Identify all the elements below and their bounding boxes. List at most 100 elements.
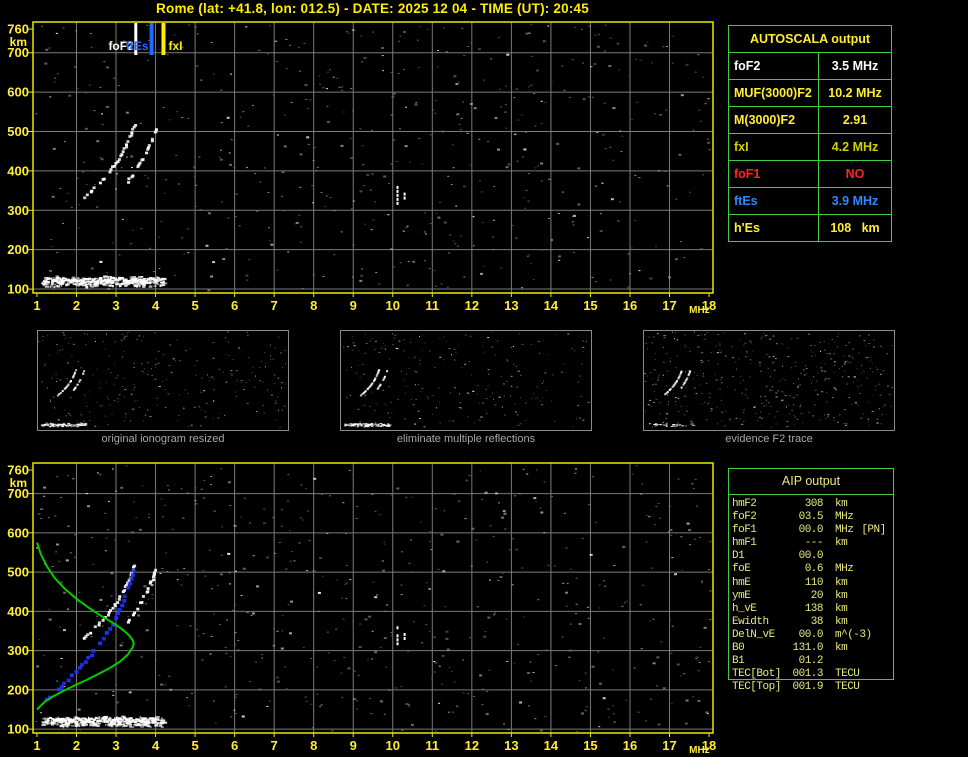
x-tick-label: 7	[271, 298, 278, 313]
autoscala-row-muf3000f2: MUF(3000)F210.2 MHz	[729, 79, 891, 106]
frequency-markers: foF2ftEsfxI	[108, 23, 182, 55]
x-tick-label: 3	[112, 738, 119, 753]
noise-speckle-layer	[35, 465, 711, 732]
aip-row-value: 01.2	[789, 655, 823, 668]
series-restored-F2-trace	[45, 569, 136, 702]
autoscala-row-label: ftEs	[729, 188, 819, 214]
x-tick-label: 13	[504, 298, 518, 313]
autoscala-row-m3000f2: M(3000)F22.91	[729, 106, 891, 133]
noise-speckle-layer	[343, 331, 589, 427]
y-tick-label: 600	[7, 525, 29, 540]
autoscala-row-label: foF1	[729, 161, 819, 187]
x-tick-label: 6	[231, 298, 238, 313]
series-F2-ordinary-trace	[664, 371, 682, 396]
aip-row-value: 308	[789, 498, 823, 511]
aip-row-label: foE	[732, 563, 789, 576]
aip-row-unit: TECU	[835, 668, 859, 681]
thumbnail-border	[38, 331, 289, 431]
aip-row-foe: foE0.6MHz	[732, 563, 912, 576]
grid-layer	[33, 463, 713, 733]
aip-row-b0: B0131.0km	[732, 642, 912, 655]
thumbnail-border	[644, 331, 895, 431]
x-tick-label: 1	[33, 738, 40, 753]
aip-row-label: hmE	[732, 577, 789, 590]
noise-speckle-layer	[644, 331, 893, 427]
thumbnail-border	[341, 331, 592, 431]
aip-row-unit: km	[835, 537, 847, 550]
y-tick-label: 200	[7, 682, 29, 697]
x-tick-label: 17	[662, 298, 676, 313]
x-tick-label: 10	[386, 298, 400, 313]
noise-speckle-layer	[35, 24, 710, 291]
autoscala-table-header: AUTOSCALA output	[729, 26, 891, 52]
aip-row-unit: km	[835, 577, 847, 590]
thumbnail-caption-f2trace: evidence F2 trace	[643, 433, 895, 445]
autoscala-row-value: 2.91	[819, 107, 891, 133]
aip-row-hmf1: hmF1---km	[732, 537, 912, 550]
aip-row-fof1: foF100.0MHz[PN]	[732, 524, 912, 537]
aip-row-label: h_vE	[732, 603, 789, 616]
x-tick-label: 1	[33, 298, 40, 313]
aip-row-value: 00.0	[789, 524, 823, 537]
x-tick-label: 15	[583, 738, 597, 753]
aip-row-d1: D100.0	[732, 550, 912, 563]
y-tick-label: 500	[7, 565, 29, 580]
x-tick-label: 15	[583, 298, 597, 313]
aip-row-unit: km	[835, 590, 847, 603]
marker-label-ftes: ftEs	[126, 39, 149, 53]
x-axis-unit-label: MHz	[689, 305, 710, 316]
page-title: Rome (lat: +41.8, lon: 012.5) - DATE: 20…	[0, 1, 745, 16]
profile-ionogram-chart: 123456789101112131415161718MHz7607006005…	[0, 455, 730, 757]
aip-row-yme: ymE20km	[732, 590, 912, 603]
x-tick-label: 6	[231, 738, 238, 753]
x-tick-label: 13	[504, 738, 518, 753]
y-tick-label: 200	[7, 242, 29, 257]
series-F2-ordinary-trace	[360, 369, 380, 396]
autoscala-row-value: 108 km	[819, 215, 891, 241]
series-interference-dashes	[397, 186, 406, 205]
aip-row-value: 131.0	[789, 642, 823, 655]
y-tick-label: 400	[7, 604, 29, 619]
aip-row-label: Ewidth	[732, 616, 789, 629]
series-sporadic-E-echo-band	[41, 276, 167, 289]
plot-frame	[33, 463, 713, 733]
main-ionogram-chart: foF2ftEsfxI123456789101112131415161718MH…	[0, 16, 730, 316]
aip-row-value: 110	[789, 577, 823, 590]
series-F2-extraordinary-trace	[681, 370, 692, 388]
aip-row-label: TEC[Top]	[732, 681, 789, 694]
aip-row-unit: MHz	[835, 563, 853, 576]
autoscala-row-label: h'Es	[729, 215, 819, 241]
y-tick-label: 500	[7, 124, 29, 139]
autoscala-output-table: AUTOSCALA output foF23.5 MHzMUF(3000)F21…	[728, 25, 892, 242]
x-tick-label: 4	[152, 738, 160, 753]
series-sporadic-E-echo-band	[41, 423, 88, 428]
x-tick-label: 17	[662, 738, 676, 753]
aip-row-value: 00.0	[789, 629, 823, 642]
autoscala-row-fof2: foF23.5 MHz	[729, 52, 891, 79]
aip-row-label: B1	[732, 655, 789, 668]
aip-row-label: TEC[Bot]	[732, 668, 789, 681]
autoscala-row-value: 3.5 MHz	[819, 53, 891, 79]
aip-row-value: 138	[789, 603, 823, 616]
aip-row-delnve: DelN_vE00.0m^(-3)	[732, 629, 912, 642]
autoscala-row-value: 10.2 MHz	[819, 80, 891, 106]
aip-row-hve: h_vE138km	[732, 603, 912, 616]
x-tick-label: 2	[73, 738, 80, 753]
aip-row-label: ymE	[732, 590, 789, 603]
x-tick-label: 2	[73, 298, 80, 313]
x-tick-label: 9	[350, 298, 357, 313]
series-sporadic-E-echo-band	[41, 716, 167, 729]
y-tick-label: 400	[7, 163, 29, 178]
aip-row-ewidth: Ewidth38km	[732, 616, 912, 629]
aip-row-unit: m^(-3)	[835, 629, 872, 642]
autoscala-table-body: foF23.5 MHzMUF(3000)F210.2 MHzM(3000)F22…	[729, 52, 891, 241]
x-tick-label: 10	[386, 738, 400, 753]
thumbnail-caption-reflections: eliminate multiple reflections	[340, 433, 592, 445]
aip-row-label: B0	[732, 642, 789, 655]
x-tick-label: 12	[465, 738, 479, 753]
aip-row-unit: MHz	[835, 524, 853, 537]
aip-row-label: hmF1	[732, 537, 789, 550]
aip-row-label: foF1	[732, 524, 789, 537]
aip-row-label: hmF2	[732, 498, 789, 511]
aip-row-fof2: foF203.5MHz	[732, 511, 912, 524]
